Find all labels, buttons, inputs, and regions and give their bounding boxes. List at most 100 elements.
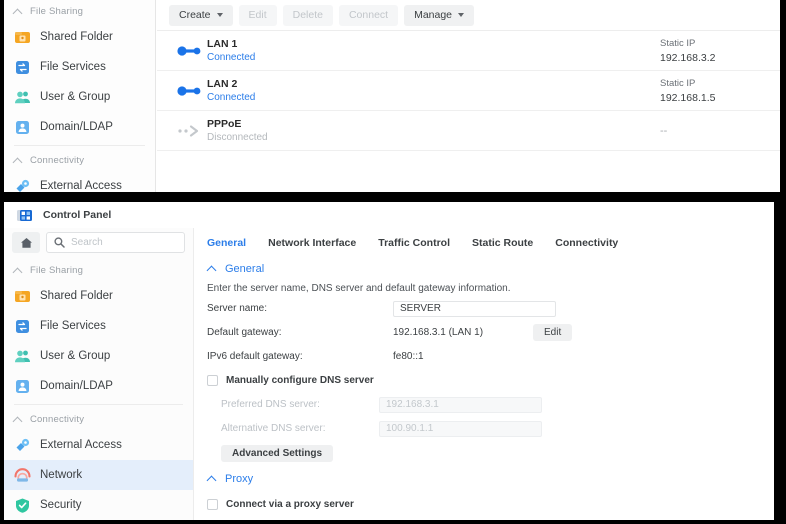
row-text: PPPoE Disconnected: [207, 118, 660, 143]
home-icon: [20, 237, 32, 248]
screen: File Sharing Shared Folder File Services…: [0, 0, 786, 524]
user-group-icon: [14, 348, 31, 365]
control-panel-icon: [16, 207, 33, 224]
server-name-label: Server name:: [207, 303, 268, 314]
row-ip-info: --: [660, 125, 780, 137]
lan-connected-icon: [177, 44, 207, 58]
shield-icon: [14, 497, 31, 514]
interface-name: LAN 2: [207, 78, 238, 90]
connect-proxy-checkbox[interactable]: [207, 498, 218, 510]
sidebar-item-label: Shared Folder: [40, 31, 113, 43]
connect-button[interactable]: Connect: [338, 4, 399, 26]
section-proxy-header[interactable]: Proxy: [194, 468, 774, 490]
ip-address: 192.168.3.2: [660, 51, 716, 64]
alternative-dns-input[interactable]: 100.90.1.1: [379, 420, 542, 437]
tab-network-interface[interactable]: Network Interface: [268, 237, 356, 249]
dns-advanced-settings-button[interactable]: Advanced Settings: [221, 445, 334, 462]
sidebar-group-file-sharing[interactable]: File Sharing: [4, 0, 155, 22]
tab-connectivity[interactable]: Connectivity: [555, 237, 618, 249]
manage-button[interactable]: Manage: [404, 4, 475, 26]
external-access-icon: [14, 178, 31, 193]
delete-button[interactable]: Delete: [282, 4, 333, 26]
sidebar-group-file-sharing[interactable]: File Sharing: [4, 259, 193, 281]
sidebar-item-file-services[interactable]: File Services: [4, 52, 155, 82]
manual-dns-row[interactable]: Manually configure DNS server: [194, 370, 774, 390]
search-bar: Search: [4, 228, 193, 259]
sidebar-group-label: File Sharing: [30, 264, 84, 276]
manual-dns-checkbox[interactable]: [207, 374, 218, 386]
sidebar-item-label: External Access: [40, 439, 122, 451]
section-general-header[interactable]: General: [194, 258, 774, 280]
default-gateway-row: Default gateway: 192.168.3.1 (LAN 1) Edi…: [194, 323, 774, 342]
sidebar-group-label: File Sharing: [30, 5, 84, 17]
user-group-icon: [14, 89, 31, 106]
sidebar-item-security[interactable]: Security: [4, 490, 193, 520]
preferred-dns-input[interactable]: 192.168.3.1: [379, 396, 542, 413]
section-title: Proxy: [225, 473, 254, 485]
edit-button[interactable]: Edit: [238, 4, 277, 26]
alternative-dns-label: Alternative DNS server:: [221, 423, 326, 434]
chevron-up-icon: [207, 264, 217, 274]
sidebar-item-label: Shared Folder: [40, 290, 113, 302]
ipv6-gateway-label: IPv6 default gateway:: [207, 351, 303, 362]
table-row[interactable]: LAN 1 Connected Static IP 192.168.3.2: [157, 31, 780, 71]
sidebar-item-label: Domain/LDAP: [40, 380, 113, 392]
chevron-down-icon: [458, 13, 465, 17]
file-services-icon: [14, 59, 31, 76]
server-name-row: Server name: SERVER: [194, 299, 774, 318]
sidebar-item-label: External Access: [40, 180, 122, 192]
chevron-up-icon: [14, 266, 23, 275]
network-toolbar: Create Edit Delete Connect Manage: [157, 0, 780, 31]
table-row[interactable]: LAN 2 Connected Static IP 192.168.1.5: [157, 71, 780, 111]
search-placeholder: Search: [71, 237, 103, 248]
chevron-up-icon: [14, 415, 23, 424]
sidebar-group-connectivity[interactable]: Connectivity: [4, 149, 155, 171]
edit-gateway-button[interactable]: Edit: [533, 324, 573, 341]
sidebar-item-label: User & Group: [40, 91, 111, 103]
top-sidebar: File Sharing Shared Folder File Services…: [4, 0, 156, 192]
tab-static-route[interactable]: Static Route: [472, 237, 533, 249]
sidebar-item-shared-folder[interactable]: Shared Folder: [4, 281, 193, 311]
interface-status: Disconnected: [207, 132, 268, 143]
create-button[interactable]: Create: [169, 4, 233, 26]
sidebar-divider: [14, 404, 183, 405]
tab-traffic-control[interactable]: Traffic Control: [378, 237, 450, 249]
sidebar-group-label: Connectivity: [30, 413, 85, 425]
proxy-address-row: Address:: [194, 519, 774, 520]
sidebar-item-label: User & Group: [40, 350, 111, 362]
interface-status[interactable]: Connected: [207, 92, 660, 103]
sidebar-item-domain-ldap[interactable]: Domain/LDAP: [4, 371, 193, 401]
interface-name: PPPoE: [207, 118, 242, 130]
sidebar-item-shared-folder[interactable]: Shared Folder: [4, 22, 155, 52]
row-text: LAN 2 Connected: [207, 78, 660, 103]
control-panel-main: General Network Interface Traffic Contro…: [194, 228, 774, 520]
interface-name: LAN 1: [207, 38, 238, 50]
sidebar-item-user-group[interactable]: User & Group: [4, 82, 155, 112]
ipv6-gateway-value: fe80::1: [393, 351, 424, 362]
sidebar-item-domain-ldap[interactable]: Domain/LDAP: [4, 112, 155, 142]
sidebar-item-file-services[interactable]: File Services: [4, 311, 193, 341]
sidebar-item-external-access[interactable]: External Access: [4, 430, 193, 460]
connect-proxy-row[interactable]: Connect via a proxy server: [194, 494, 774, 514]
search-input[interactable]: Search: [46, 232, 185, 253]
row-ip-info: Static IP 192.168.1.5: [660, 78, 780, 104]
network-list-window: File Sharing Shared Folder File Services…: [2, 0, 782, 194]
folder-icon: [14, 29, 31, 46]
sidebar-group-connectivity[interactable]: Connectivity: [4, 408, 193, 430]
sidebar-item-user-group[interactable]: User & Group: [4, 341, 193, 371]
control-panel-window: Control Panel Search File Sharing Shared…: [2, 200, 776, 522]
table-row[interactable]: PPPoE Disconnected --: [157, 111, 780, 151]
default-gateway-label: Default gateway:: [207, 327, 282, 338]
tab-bar: General Network Interface Traffic Contro…: [194, 228, 774, 258]
preferred-dns-label: Preferred DNS server:: [221, 399, 320, 410]
server-name-input[interactable]: SERVER: [393, 300, 556, 317]
section-title: General: [225, 263, 265, 275]
sidebar-item-network[interactable]: Network: [4, 460, 193, 490]
sidebar-item-label: Network: [40, 469, 83, 481]
sidebar-item-external-access[interactable]: External Access: [4, 171, 155, 193]
ip-address: 192.168.1.5: [660, 91, 716, 104]
interface-status[interactable]: Connected: [207, 52, 660, 63]
tab-general[interactable]: General: [207, 237, 246, 249]
ip-type: Static IP: [660, 37, 696, 49]
home-button[interactable]: [12, 232, 40, 253]
